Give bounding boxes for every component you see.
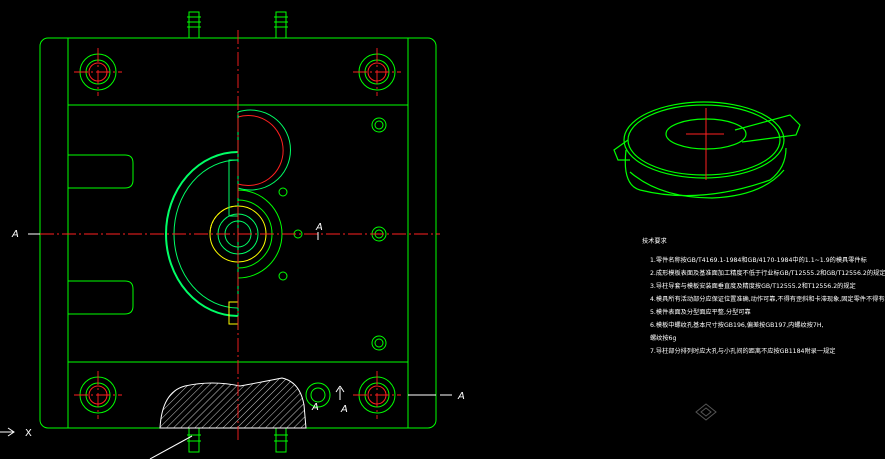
tech-note-line: 螺纹按6g — [650, 334, 676, 342]
parting-tab-top — [228, 159, 239, 217]
ucs-axis-icon — [0, 427, 15, 437]
isometric-part-view — [613, 101, 801, 199]
hatched-section-view — [159, 377, 307, 429]
ucs-x-label: X — [25, 428, 32, 439]
leader-line — [149, 435, 193, 459]
cooling-nozzle-bottom-left — [187, 427, 201, 453]
tech-note-line: 4.模具所有活动部分应保证位置准确,动作可靠,不得有歪斜和卡滞现象,固定零件不得… — [650, 295, 885, 303]
screw-hole-lower-right — [371, 335, 387, 351]
centerlines — [40, 30, 440, 440]
cooling-nozzle-bottom-right — [274, 427, 288, 453]
section-label-center: A — [315, 222, 323, 233]
section-label-lower-center: A — [311, 402, 319, 413]
section-arrow-lower — [335, 385, 345, 400]
screw-hole-upper-right — [371, 117, 387, 133]
section-label-left: A — [11, 229, 19, 240]
left-slider-top — [68, 154, 134, 189]
part-bottom-edge — [629, 169, 785, 199]
tech-note-line: 1.零件名称按GB/T4169.1-1984和GB/4170-1984中的1.1… — [650, 256, 867, 264]
parting-tab-bottom — [228, 301, 239, 325]
left-slider-bottom — [68, 280, 134, 315]
tech-notes: 技术要求 1.零件名称按GB/T4169.1-1984和GB/4170-1984… — [642, 237, 885, 355]
tech-note-line: 7.导柱部分排列时应大孔与小孔间的距离不应按GB1184附录一规定 — [650, 347, 835, 355]
section-label-lower-mark: A — [340, 404, 348, 415]
cavity-upper-right-circle — [237, 109, 291, 191]
tech-notes-title: 技术要求 — [642, 237, 667, 245]
tech-note-line: 5.模件表面及分型面应平整,分型可靠 — [650, 308, 751, 316]
tech-note-line: 6.模板中螺纹孔基本尺寸按GB196,偏差按GB197,内螺纹按7H, — [650, 321, 823, 329]
part-clip — [613, 139, 630, 161]
tech-note-line: 3.导柱导套与模板安装面垂直度及精度按GB/T12555.2和T12556.2的… — [650, 282, 856, 290]
watermark-icon — [695, 403, 717, 421]
cad-drawing-canvas: A A A A A X 技术要求 1.零件名称按GB/T4169.1-1984和… — [0, 11, 885, 459]
cavity-upper-right-circle-inner — [237, 115, 284, 186]
tech-note-line: 2.成形模板表面及基准面加工精度不低于行业标GB/T12555.2和GB/T12… — [650, 269, 885, 277]
section-label-right: A — [457, 391, 465, 402]
cooling-nozzle-top-left — [187, 11, 201, 39]
cooling-nozzle-top-right — [274, 11, 288, 39]
